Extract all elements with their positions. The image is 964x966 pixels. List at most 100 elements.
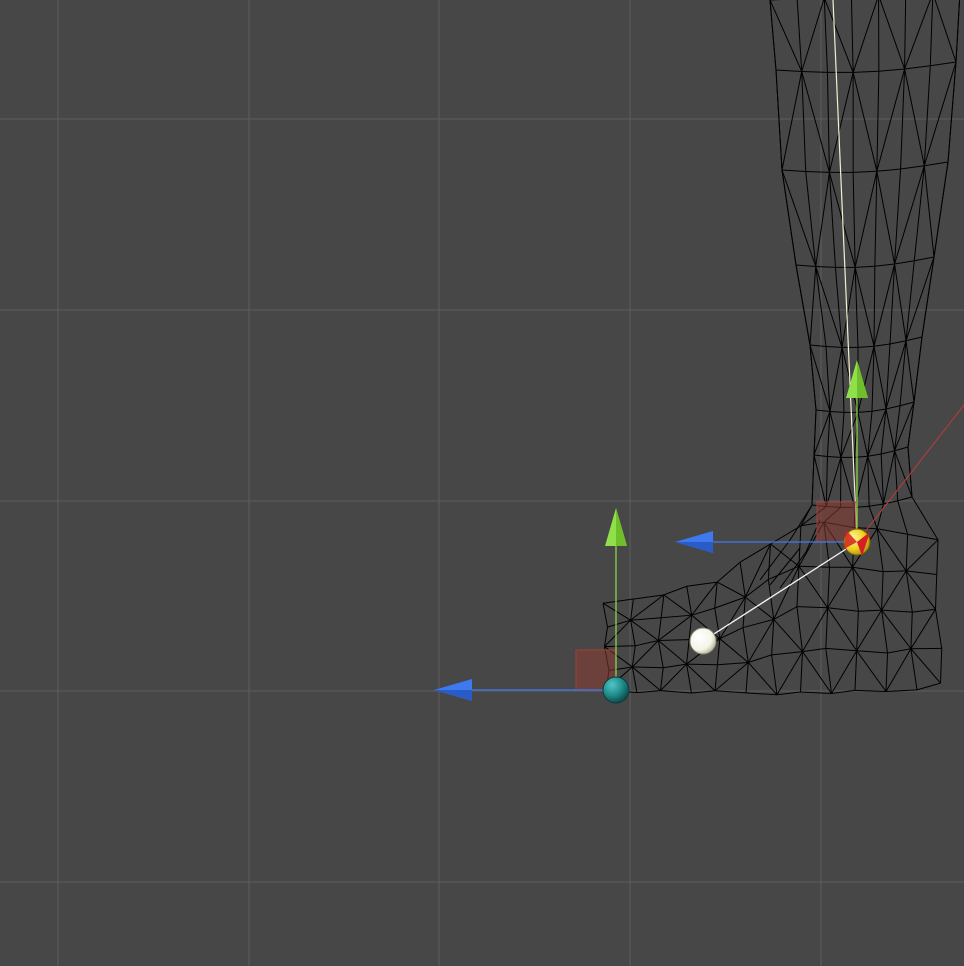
mesh-edge (658, 639, 690, 641)
scene-canvas[interactable] (0, 0, 964, 966)
mesh-edge (887, 648, 911, 654)
mesh-edge (829, 410, 845, 413)
mesh-edge (663, 594, 692, 616)
mesh-edge (825, 457, 842, 507)
mesh-edge (876, 168, 901, 172)
mesh-edge (716, 561, 741, 583)
mesh-edge (631, 640, 659, 668)
mesh-edge (856, 650, 888, 654)
mesh-edge (881, 571, 884, 611)
mesh-edge (910, 612, 913, 649)
mesh-edge (773, 619, 803, 652)
mesh-edge (825, 647, 857, 652)
mesh-edge (858, 609, 882, 612)
mesh-edge (789, 504, 813, 541)
mesh-edge (714, 608, 721, 639)
mesh-edge (881, 450, 895, 455)
mesh-edge (714, 662, 749, 692)
mesh-edge (745, 579, 769, 598)
mesh-edge (904, 68, 925, 166)
mesh-edge (899, 401, 915, 407)
white-sphere-icon[interactable] (689, 627, 717, 655)
mesh-edge (739, 562, 746, 598)
mesh-edge (885, 343, 891, 410)
mesh-edge (907, 533, 939, 541)
mesh-edge (955, 0, 961, 63)
mesh-edge (904, 0, 907, 69)
mesh-edge (894, 260, 915, 265)
mesh-edge (795, 264, 816, 267)
mesh-edge (657, 617, 662, 641)
mesh-edge (602, 598, 634, 604)
mesh-edge (635, 640, 659, 647)
mesh-edge (900, 165, 925, 170)
mesh-edge (867, 453, 882, 457)
scene-viewport[interactable] (0, 0, 964, 966)
mesh-edge (873, 266, 876, 347)
mesh-edge (841, 267, 856, 348)
mesh-edge (852, 72, 878, 172)
mesh-edge (602, 602, 631, 621)
mesh-edge (876, 71, 880, 172)
mesh-edge (905, 539, 939, 572)
mesh-edge (854, 650, 858, 691)
mesh-edge (857, 410, 873, 413)
mesh-edge (796, 606, 803, 652)
mesh-edge (660, 667, 664, 691)
mesh-edge (851, 0, 854, 73)
mesh-edge (657, 640, 664, 668)
mesh-edge (940, 648, 943, 684)
ankle-z-axis-arrow-shade (675, 542, 713, 553)
scene-grid (0, 0, 964, 966)
mesh-edge (714, 664, 718, 691)
mesh-edge (894, 165, 925, 265)
teal-sphere-icon[interactable] (602, 676, 630, 704)
mesh-edge (873, 263, 896, 347)
mesh-edge (716, 638, 721, 665)
mesh-edge (630, 598, 634, 621)
mesh-edge (714, 596, 746, 609)
mesh-edge (856, 650, 887, 692)
mesh-edge (935, 609, 943, 649)
mesh-edge (936, 539, 939, 575)
mesh-edge (881, 570, 907, 611)
mesh-edge (775, 69, 783, 171)
mesh-edge (658, 640, 687, 665)
mesh-edge (798, 565, 830, 568)
mesh-edge (913, 336, 923, 403)
mesh-edge (852, 172, 856, 268)
mesh-edge (811, 454, 815, 506)
mesh-edge (852, 566, 884, 573)
yellow-red-sphere-icon[interactable] (843, 528, 871, 556)
mesh-edge (905, 534, 909, 571)
mesh-edge (771, 619, 775, 655)
mesh-edge (815, 266, 843, 348)
mesh-edge (894, 168, 902, 265)
mesh-edge (714, 582, 718, 609)
mesh-edge (916, 682, 941, 691)
mesh-edge (809, 266, 817, 346)
mesh-edge (796, 0, 803, 72)
mesh-edge (745, 662, 749, 693)
mesh-edge (800, 691, 832, 694)
mesh-edge (930, 61, 957, 67)
mesh-edge (827, 607, 859, 612)
mesh-edge (796, 606, 828, 609)
mesh-edge (905, 336, 923, 342)
mesh-edge (873, 346, 887, 410)
mesh-edge (878, 68, 905, 72)
mesh-edge (856, 611, 859, 651)
mesh-edge (825, 607, 829, 649)
mesh-edge (857, 412, 869, 457)
mesh-edge (747, 619, 775, 663)
mesh-edge (825, 456, 828, 507)
mesh-edge (658, 614, 692, 641)
mesh-edge (874, 171, 878, 267)
toe-move-gizmo[interactable] (434, 508, 630, 704)
mesh-edge (885, 405, 901, 410)
mesh-edge (831, 650, 858, 694)
mesh-edge (805, 170, 830, 173)
mesh-edge (719, 638, 749, 663)
mesh-edge (853, 70, 879, 73)
mesh-edge (876, 68, 906, 172)
